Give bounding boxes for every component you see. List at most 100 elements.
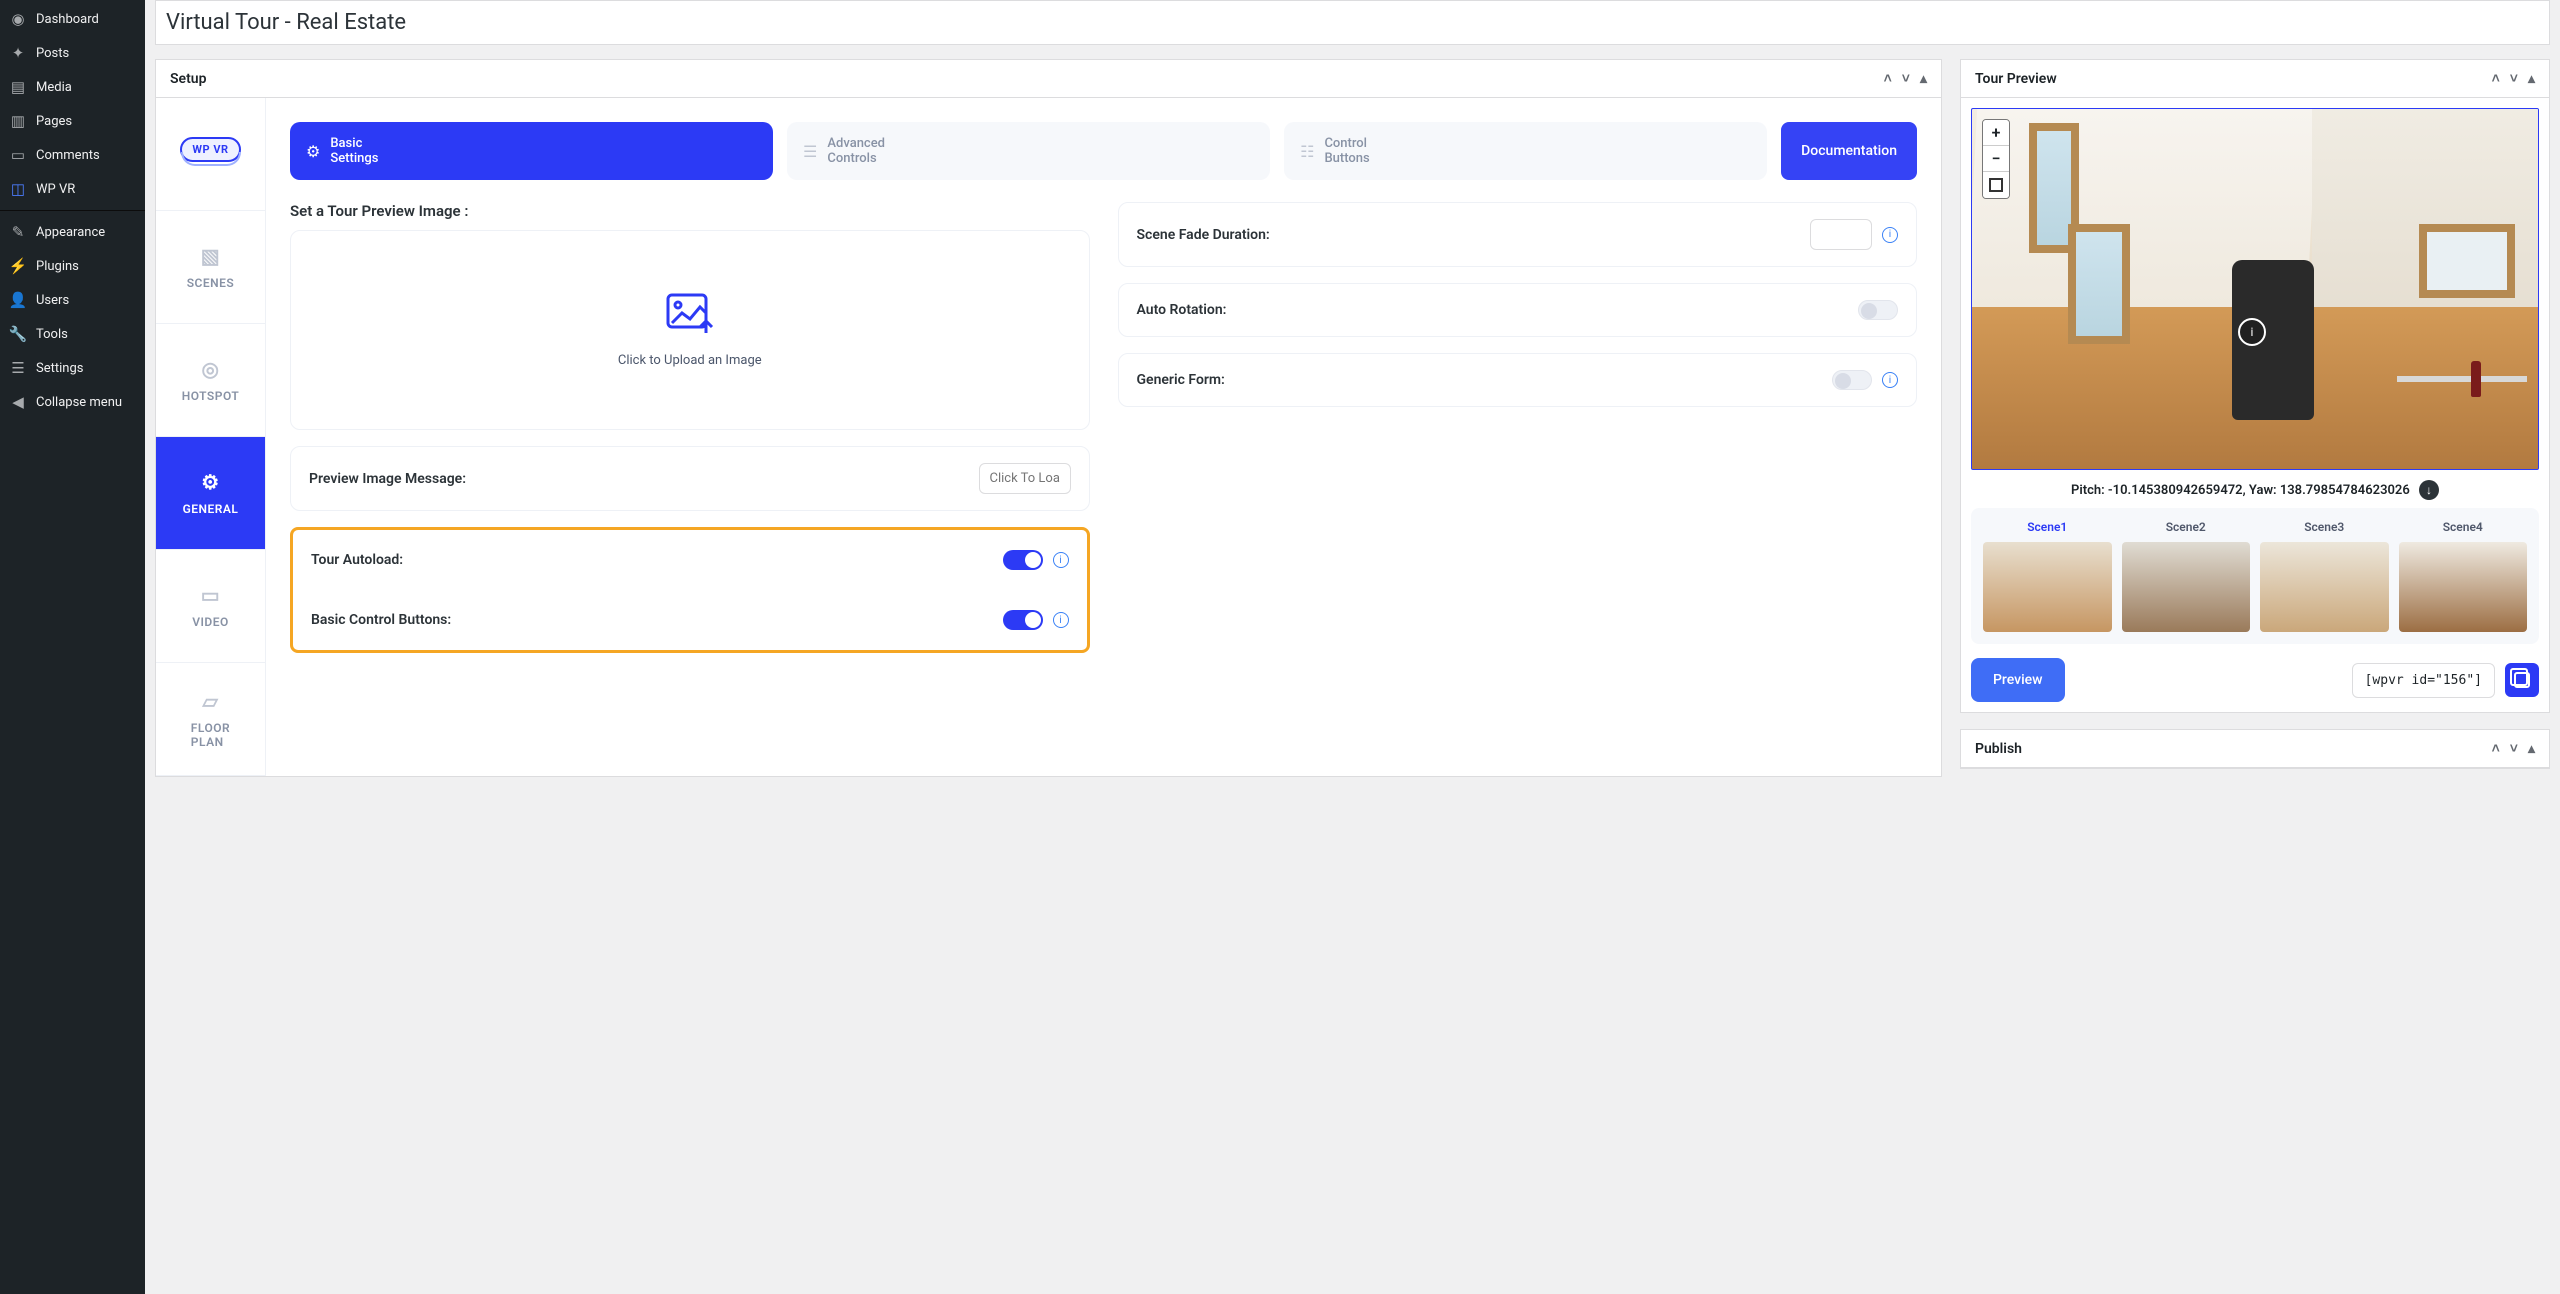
tab-control-buttons[interactable]: ☷ ControlButtons bbox=[1284, 122, 1767, 180]
tab-basic-settings[interactable]: ⚙BasicSettings bbox=[290, 122, 773, 180]
brush-icon: ✎ bbox=[8, 222, 28, 242]
chevron-up-icon[interactable]: ˄ bbox=[1884, 70, 1892, 87]
sidebar-item-tools[interactable]: 🔧 Tools bbox=[0, 317, 145, 351]
fullscreen-button[interactable] bbox=[1983, 172, 2009, 198]
tab-label: ControlButtons bbox=[1324, 136, 1369, 166]
caret-up-icon[interactable]: ▴ bbox=[1920, 71, 1927, 87]
sidebar-item-label: Users bbox=[36, 293, 69, 308]
chevron-up-icon[interactable]: ˄ bbox=[2492, 70, 2500, 87]
generic-form-toggle[interactable] bbox=[1832, 370, 1872, 390]
caret-up-icon[interactable]: ▴ bbox=[2528, 71, 2535, 87]
upload-image-area[interactable]: Click to Upload an Image bbox=[290, 230, 1090, 430]
scene-thumb-1[interactable]: Scene1 bbox=[1983, 520, 2112, 632]
sidebar-item-settings[interactable]: ☰Settings bbox=[0, 351, 145, 385]
copy-shortcode-button[interactable] bbox=[2505, 663, 2539, 697]
scene-thumb-3[interactable]: Scene3 bbox=[2260, 520, 2389, 632]
scene-hotspot-icon[interactable]: i bbox=[2238, 318, 2266, 346]
generic-form-label: Generic Form: bbox=[1137, 372, 1833, 388]
wrench-icon: 🔧 bbox=[8, 324, 28, 344]
side-tab-general[interactable]: ⚙GENERAL bbox=[156, 437, 265, 550]
coordinates-readout: Pitch: -10.145380942659472, Yaw: 138.798… bbox=[1971, 480, 2539, 500]
chevron-down-icon[interactable]: ˅ bbox=[1902, 70, 1910, 87]
documentation-button[interactable]: Documentation bbox=[1781, 122, 1917, 180]
fullscreen-icon bbox=[1989, 178, 2003, 192]
pages-icon: ▥ bbox=[8, 111, 28, 131]
sidebar-item-media[interactable]: ▤Media bbox=[0, 70, 145, 104]
sidebar-item-wpvr[interactable]: ◫ WP VR bbox=[0, 172, 145, 206]
autoload-label: Tour Autoload: bbox=[311, 552, 1003, 568]
basic-controls-label: Basic Control Buttons: bbox=[311, 612, 1003, 628]
side-tab-label: FLOORPLAN bbox=[191, 721, 230, 749]
plug-icon: ⚡ bbox=[8, 256, 28, 276]
scene-label: Scene4 bbox=[2399, 520, 2528, 534]
sidebar-item-plugins[interactable]: ⚡ Plugins bbox=[0, 249, 145, 283]
vr-icon: ◫ bbox=[8, 179, 28, 199]
sidebar-item-label: Tools bbox=[36, 327, 68, 342]
copy-icon bbox=[2514, 672, 2530, 688]
panel-title: Setup bbox=[170, 71, 206, 87]
sidebar-item-label: Pages bbox=[36, 114, 72, 129]
scene-label: Scene2 bbox=[2122, 520, 2251, 534]
side-tab-hotspot[interactable]: ◎HOTSPOT bbox=[156, 324, 265, 437]
panorama-viewport[interactable]: i + − bbox=[1971, 108, 2539, 470]
media-icon: ▤ bbox=[8, 77, 28, 97]
map-icon: ▱ bbox=[203, 689, 219, 713]
admin-sidebar: ◉ Dashboard ✦Posts ▤Media ▥ Pages ▭ Comment… bbox=[0, 0, 145, 1294]
tab-advanced-controls[interactable]: ☰AdvancedControls bbox=[787, 122, 1270, 180]
gear-icon: ⚙ bbox=[306, 142, 320, 161]
sidebar-item-posts[interactable]: ✦Posts bbox=[0, 36, 145, 70]
sidebar-item-collapse[interactable]: ◀Collapse menu bbox=[0, 385, 145, 419]
sidebar-item-label: Dashboard bbox=[36, 12, 99, 27]
target-icon: ◎ bbox=[202, 357, 220, 381]
upload-hint: Click to Upload an Image bbox=[618, 353, 762, 368]
sidebar-item-comments[interactable]: ▭ Comments bbox=[0, 138, 145, 172]
fade-duration-input[interactable] bbox=[1810, 219, 1872, 250]
side-tab-floorplan[interactable]: ▱ FLOORPLAN bbox=[156, 663, 265, 776]
publish-panel: Publish ˄ ˅ ▴ bbox=[1960, 729, 2550, 769]
zoom-in-button[interactable]: + bbox=[1983, 120, 2009, 146]
preview-button[interactable]: Preview bbox=[1971, 658, 2065, 702]
chevron-up-icon[interactable]: ˄ bbox=[2492, 740, 2500, 757]
equalizer-icon: ☷ bbox=[1300, 142, 1314, 161]
scene-thumb-2[interactable]: Scene2 bbox=[2122, 520, 2251, 632]
info-icon[interactable]: i bbox=[1053, 612, 1069, 628]
sidebar-item-dashboard[interactable]: ◉ Dashboard bbox=[0, 2, 145, 36]
gear-icon: ⚙ bbox=[201, 470, 219, 494]
scene-thumbnails: Scene1 Scene2 Scene3 Scene4 bbox=[1971, 508, 2539, 644]
sidebar-item-label: Comments bbox=[36, 148, 100, 163]
chevron-down-icon[interactable]: ˅ bbox=[2510, 70, 2518, 87]
sidebar-item-label: Posts bbox=[36, 46, 69, 61]
dashboard-icon: ◉ bbox=[8, 9, 28, 29]
info-icon[interactable]: i bbox=[1882, 227, 1898, 243]
preview-msg-input[interactable] bbox=[979, 463, 1071, 494]
image-icon: ▧ bbox=[201, 244, 220, 268]
comment-icon: ▭ bbox=[8, 145, 28, 165]
caret-up-icon[interactable]: ▴ bbox=[2528, 741, 2535, 757]
collapse-icon: ◀ bbox=[8, 392, 28, 412]
auto-rotation-toggle[interactable] bbox=[1858, 300, 1898, 320]
sidebar-item-label: WP VR bbox=[36, 182, 75, 197]
sidebar-item-label: Plugins bbox=[36, 259, 79, 274]
sidebar-item-users[interactable]: 👤Users bbox=[0, 283, 145, 317]
tour-preview-panel: Tour Preview ˄ ˅ ▴ i bbox=[1960, 59, 2550, 713]
tour-title-input[interactable] bbox=[164, 4, 2541, 41]
wpvr-badge: WP VR bbox=[180, 137, 240, 162]
side-tab-video[interactable]: ▭VIDEO bbox=[156, 550, 265, 663]
title-input-wrap bbox=[155, 0, 2550, 45]
info-icon[interactable]: i bbox=[1053, 552, 1069, 568]
sidebar-item-appearance[interactable]: ✎Appearance bbox=[0, 215, 145, 249]
autoload-toggle[interactable] bbox=[1003, 550, 1043, 570]
basic-controls-toggle[interactable] bbox=[1003, 610, 1043, 630]
zoom-controls: + − bbox=[1982, 119, 2010, 199]
info-icon[interactable]: i bbox=[1882, 372, 1898, 388]
chevron-down-icon[interactable]: ˅ bbox=[2510, 740, 2518, 757]
sidebar-divider bbox=[0, 210, 145, 211]
side-tab-scenes[interactable]: ▧SCENES bbox=[156, 211, 265, 324]
scene-thumb-4[interactable]: Scene4 bbox=[2399, 520, 2528, 632]
sidebar-item-label: Settings bbox=[36, 361, 83, 376]
download-coords-button[interactable]: ↓ bbox=[2419, 480, 2439, 500]
sidebar-item-pages[interactable]: ▥ Pages bbox=[0, 104, 145, 138]
highlighted-toggles-group: Tour Autoload: i Basic Control Buttons: bbox=[290, 527, 1090, 653]
scene-label: Scene3 bbox=[2260, 520, 2389, 534]
zoom-out-button[interactable]: − bbox=[1983, 146, 2009, 172]
